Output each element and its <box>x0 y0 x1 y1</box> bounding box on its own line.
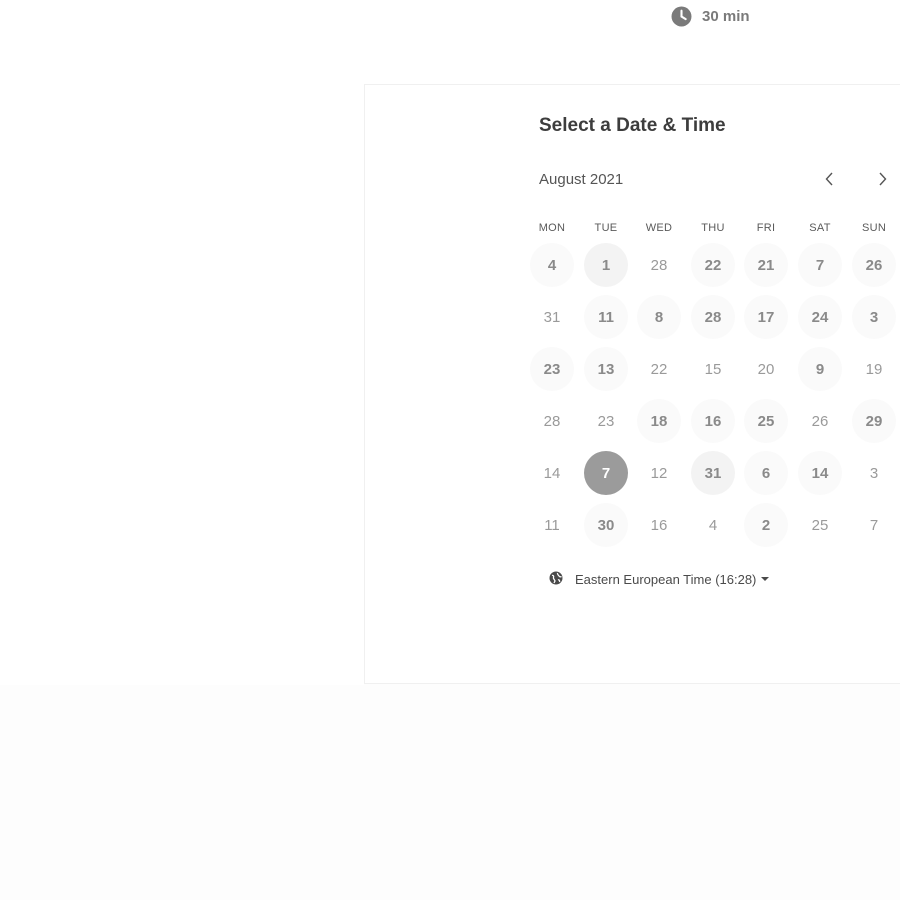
weekday-label-fri: FRI <box>756 222 776 234</box>
weekday-label-mon: MON <box>538 222 566 234</box>
available-day-button[interactable]: 22 <box>691 243 735 287</box>
available-day-button[interactable]: 13 <box>584 347 628 391</box>
unavailable-day: 4 <box>708 516 718 534</box>
unavailable-day: 14 <box>543 464 561 482</box>
page-footer-area <box>0 685 900 900</box>
previous-month-button[interactable] <box>817 168 843 194</box>
available-day-button[interactable]: 28 <box>691 295 735 339</box>
weekday-label-thu: THU <box>701 222 725 234</box>
available-day-button[interactable]: 9 <box>798 347 842 391</box>
chevron-left-icon <box>824 172 836 191</box>
weekday-label-sat: SAT <box>809 222 831 234</box>
available-day-button[interactable]: 4 <box>530 243 574 287</box>
page-title: Select a Date & Time <box>539 115 726 136</box>
unavailable-day: 28 <box>650 256 668 274</box>
event-details-pane <box>0 84 364 685</box>
unavailable-day: 23 <box>597 412 615 430</box>
unavailable-day: 22 <box>650 360 668 378</box>
page: 30 min Select a Date & Time August 2021 … <box>0 0 900 900</box>
available-day-button[interactable]: 23 <box>530 347 574 391</box>
unavailable-day: 12 <box>650 464 668 482</box>
unavailable-day: 28 <box>543 412 561 430</box>
next-month-button[interactable] <box>869 168 895 194</box>
available-day-button[interactable]: 29 <box>852 399 896 443</box>
caret-down-icon <box>761 577 770 581</box>
chevron-right-icon <box>876 172 888 191</box>
month-label: August 2021 <box>539 171 624 188</box>
available-day-button[interactable]: 14 <box>798 451 842 495</box>
weekday-label-tue: TUE <box>594 222 618 234</box>
available-day-button[interactable]: 18 <box>637 399 681 443</box>
unavailable-day: 16 <box>650 516 668 534</box>
unavailable-day: 20 <box>757 360 775 378</box>
unavailable-day: 7 <box>869 516 879 534</box>
unavailable-day: 19 <box>865 360 883 378</box>
selected-day-button[interactable]: 7 <box>584 451 628 495</box>
timezone-selector[interactable]: Eastern European Time (16:28) <box>549 570 770 588</box>
available-day-button[interactable]: 6 <box>744 451 788 495</box>
available-day-button[interactable]: 1 <box>584 243 628 287</box>
available-day-button[interactable]: 16 <box>691 399 735 443</box>
unavailable-day: 26 <box>811 412 829 430</box>
timezone-label: Eastern European Time (16:28) <box>575 571 757 587</box>
globe-icon <box>549 571 563 588</box>
available-day-button[interactable]: 24 <box>798 295 842 339</box>
unavailable-day: 25 <box>811 516 829 534</box>
available-day-button[interactable]: 30 <box>584 503 628 547</box>
unavailable-day: 3 <box>869 464 879 482</box>
available-day-button[interactable]: 25 <box>744 399 788 443</box>
available-day-button[interactable]: 11 <box>584 295 628 339</box>
clock-icon <box>671 6 692 27</box>
available-day-button[interactable]: 3 <box>852 295 896 339</box>
unavailable-day: 15 <box>704 360 722 378</box>
available-day-button[interactable]: 26 <box>852 243 896 287</box>
available-day-button[interactable]: 8 <box>637 295 681 339</box>
duration-label: 30 min <box>702 7 750 25</box>
available-day-button[interactable]: 31 <box>691 451 735 495</box>
available-day-button[interactable]: 21 <box>744 243 788 287</box>
available-day-button[interactable]: 2 <box>744 503 788 547</box>
available-day-button[interactable]: 17 <box>744 295 788 339</box>
event-duration: 30 min <box>671 5 750 27</box>
weekday-label-wed: WED <box>645 222 673 234</box>
available-day-button[interactable]: 7 <box>798 243 842 287</box>
event-header: 30 min <box>0 0 900 84</box>
unavailable-day: 11 <box>544 516 560 534</box>
unavailable-day: 31 <box>543 308 561 326</box>
weekday-label-sun: SUN <box>861 222 887 234</box>
